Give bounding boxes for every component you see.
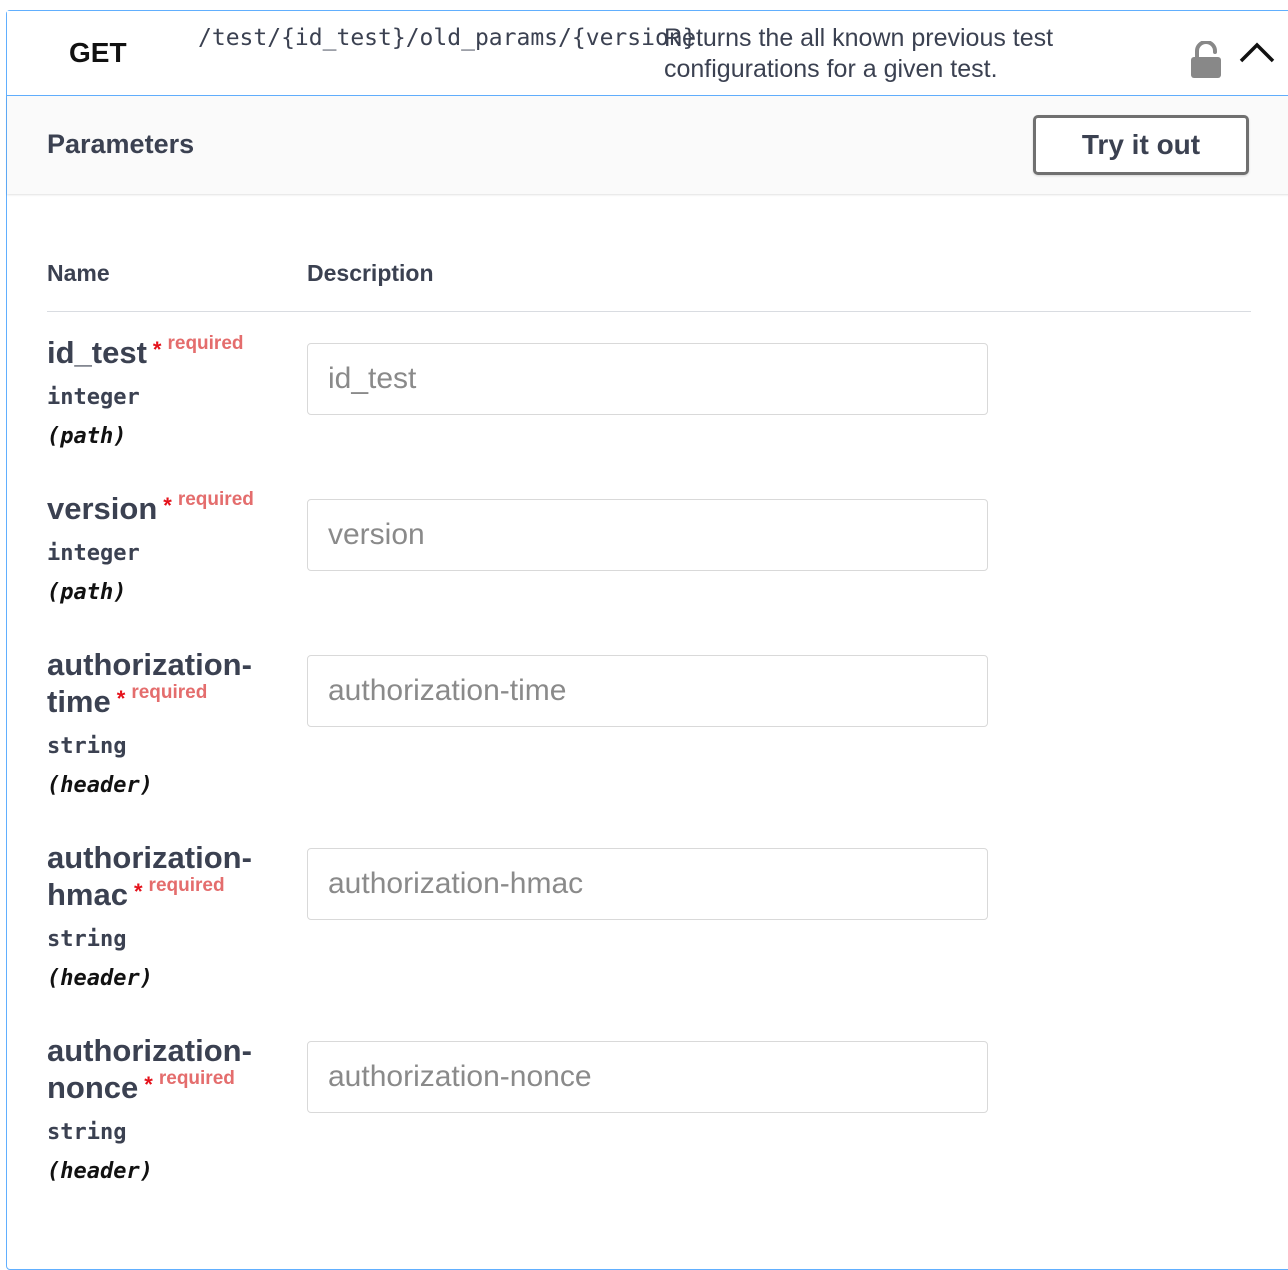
authorization-time-input[interactable] (307, 655, 988, 727)
param-authorization-hmac: authorization-hmac * required string (head… (47, 839, 287, 996)
table-header-divider (47, 311, 1251, 312)
param-name-text: id_test (47, 335, 147, 370)
required-star: * (133, 879, 143, 904)
param-location: (header) (47, 1159, 153, 1184)
param-name-text: authorization- (47, 647, 252, 682)
required-label: required (131, 682, 208, 703)
param-name-text: version (47, 491, 158, 526)
param-name: authorization-time * required (47, 646, 287, 725)
param-name-text: authorization- (47, 840, 252, 875)
param-name-text: authorization- (47, 1033, 252, 1068)
version-input[interactable] (307, 499, 988, 571)
chevron-up-icon[interactable] (1237, 39, 1277, 70)
param-type: string (47, 1120, 127, 1145)
column-header-description: Description (307, 260, 434, 286)
param-name: authorization-nonce * required (47, 1032, 287, 1111)
column-header-name: Name (47, 260, 110, 286)
authorization-nonce-input[interactable] (307, 1041, 988, 1113)
param-name-text-cont: time (47, 684, 111, 719)
parameters-title: Parameters (47, 129, 195, 159)
param-type: integer (47, 385, 140, 410)
operation-description: Returns the all known previous test conf… (664, 24, 1054, 83)
param-name-text-cont: nonce (47, 1070, 139, 1105)
operation-block: GET /test/{id_test}/old_params/{version}… (6, 10, 1288, 1270)
try-it-out-button[interactable]: Try it out (1033, 115, 1249, 175)
param-id-test: id_test * required integer (path) (47, 333, 287, 454)
param-name: authorization-hmac * required (47, 839, 287, 918)
http-method-badge: GET (69, 37, 127, 68)
param-location: (path) (47, 424, 127, 449)
param-authorization-time: authorization-time * required string (head… (47, 646, 287, 803)
required-star: * (144, 1072, 153, 1097)
required-label: required (148, 875, 225, 896)
parameters-section-header: Parameters Try it out (7, 96, 1288, 194)
required-star: * (163, 493, 172, 518)
param-type: string (47, 927, 127, 952)
param-location: (header) (47, 966, 153, 991)
param-name-text-cont: hmac (47, 877, 128, 912)
param-name: version * required (47, 489, 287, 532)
param-type: integer (47, 541, 140, 566)
param-location: (header) (47, 773, 153, 798)
required-label: required (167, 333, 244, 354)
lock-open-icon[interactable] (1190, 40, 1222, 84)
param-name: id_test * required (47, 333, 287, 376)
operation-path: /test/{id_test}/old_params/{version} (198, 25, 697, 51)
authorization-hmac-input[interactable] (307, 848, 988, 920)
id-test-input[interactable] (307, 343, 988, 415)
param-type: string (47, 734, 127, 759)
required-label: required (158, 1068, 235, 1089)
required-label: required (177, 489, 254, 510)
param-authorization-nonce: authorization-nonce * required string (hea… (47, 1032, 287, 1189)
param-location: (path) (47, 580, 127, 605)
required-star: * (116, 686, 126, 711)
operation-summary[interactable]: GET /test/{id_test}/old_params/{version}… (7, 11, 1288, 96)
param-version: version * required integer (path) (47, 489, 287, 610)
required-star: * (152, 337, 162, 362)
